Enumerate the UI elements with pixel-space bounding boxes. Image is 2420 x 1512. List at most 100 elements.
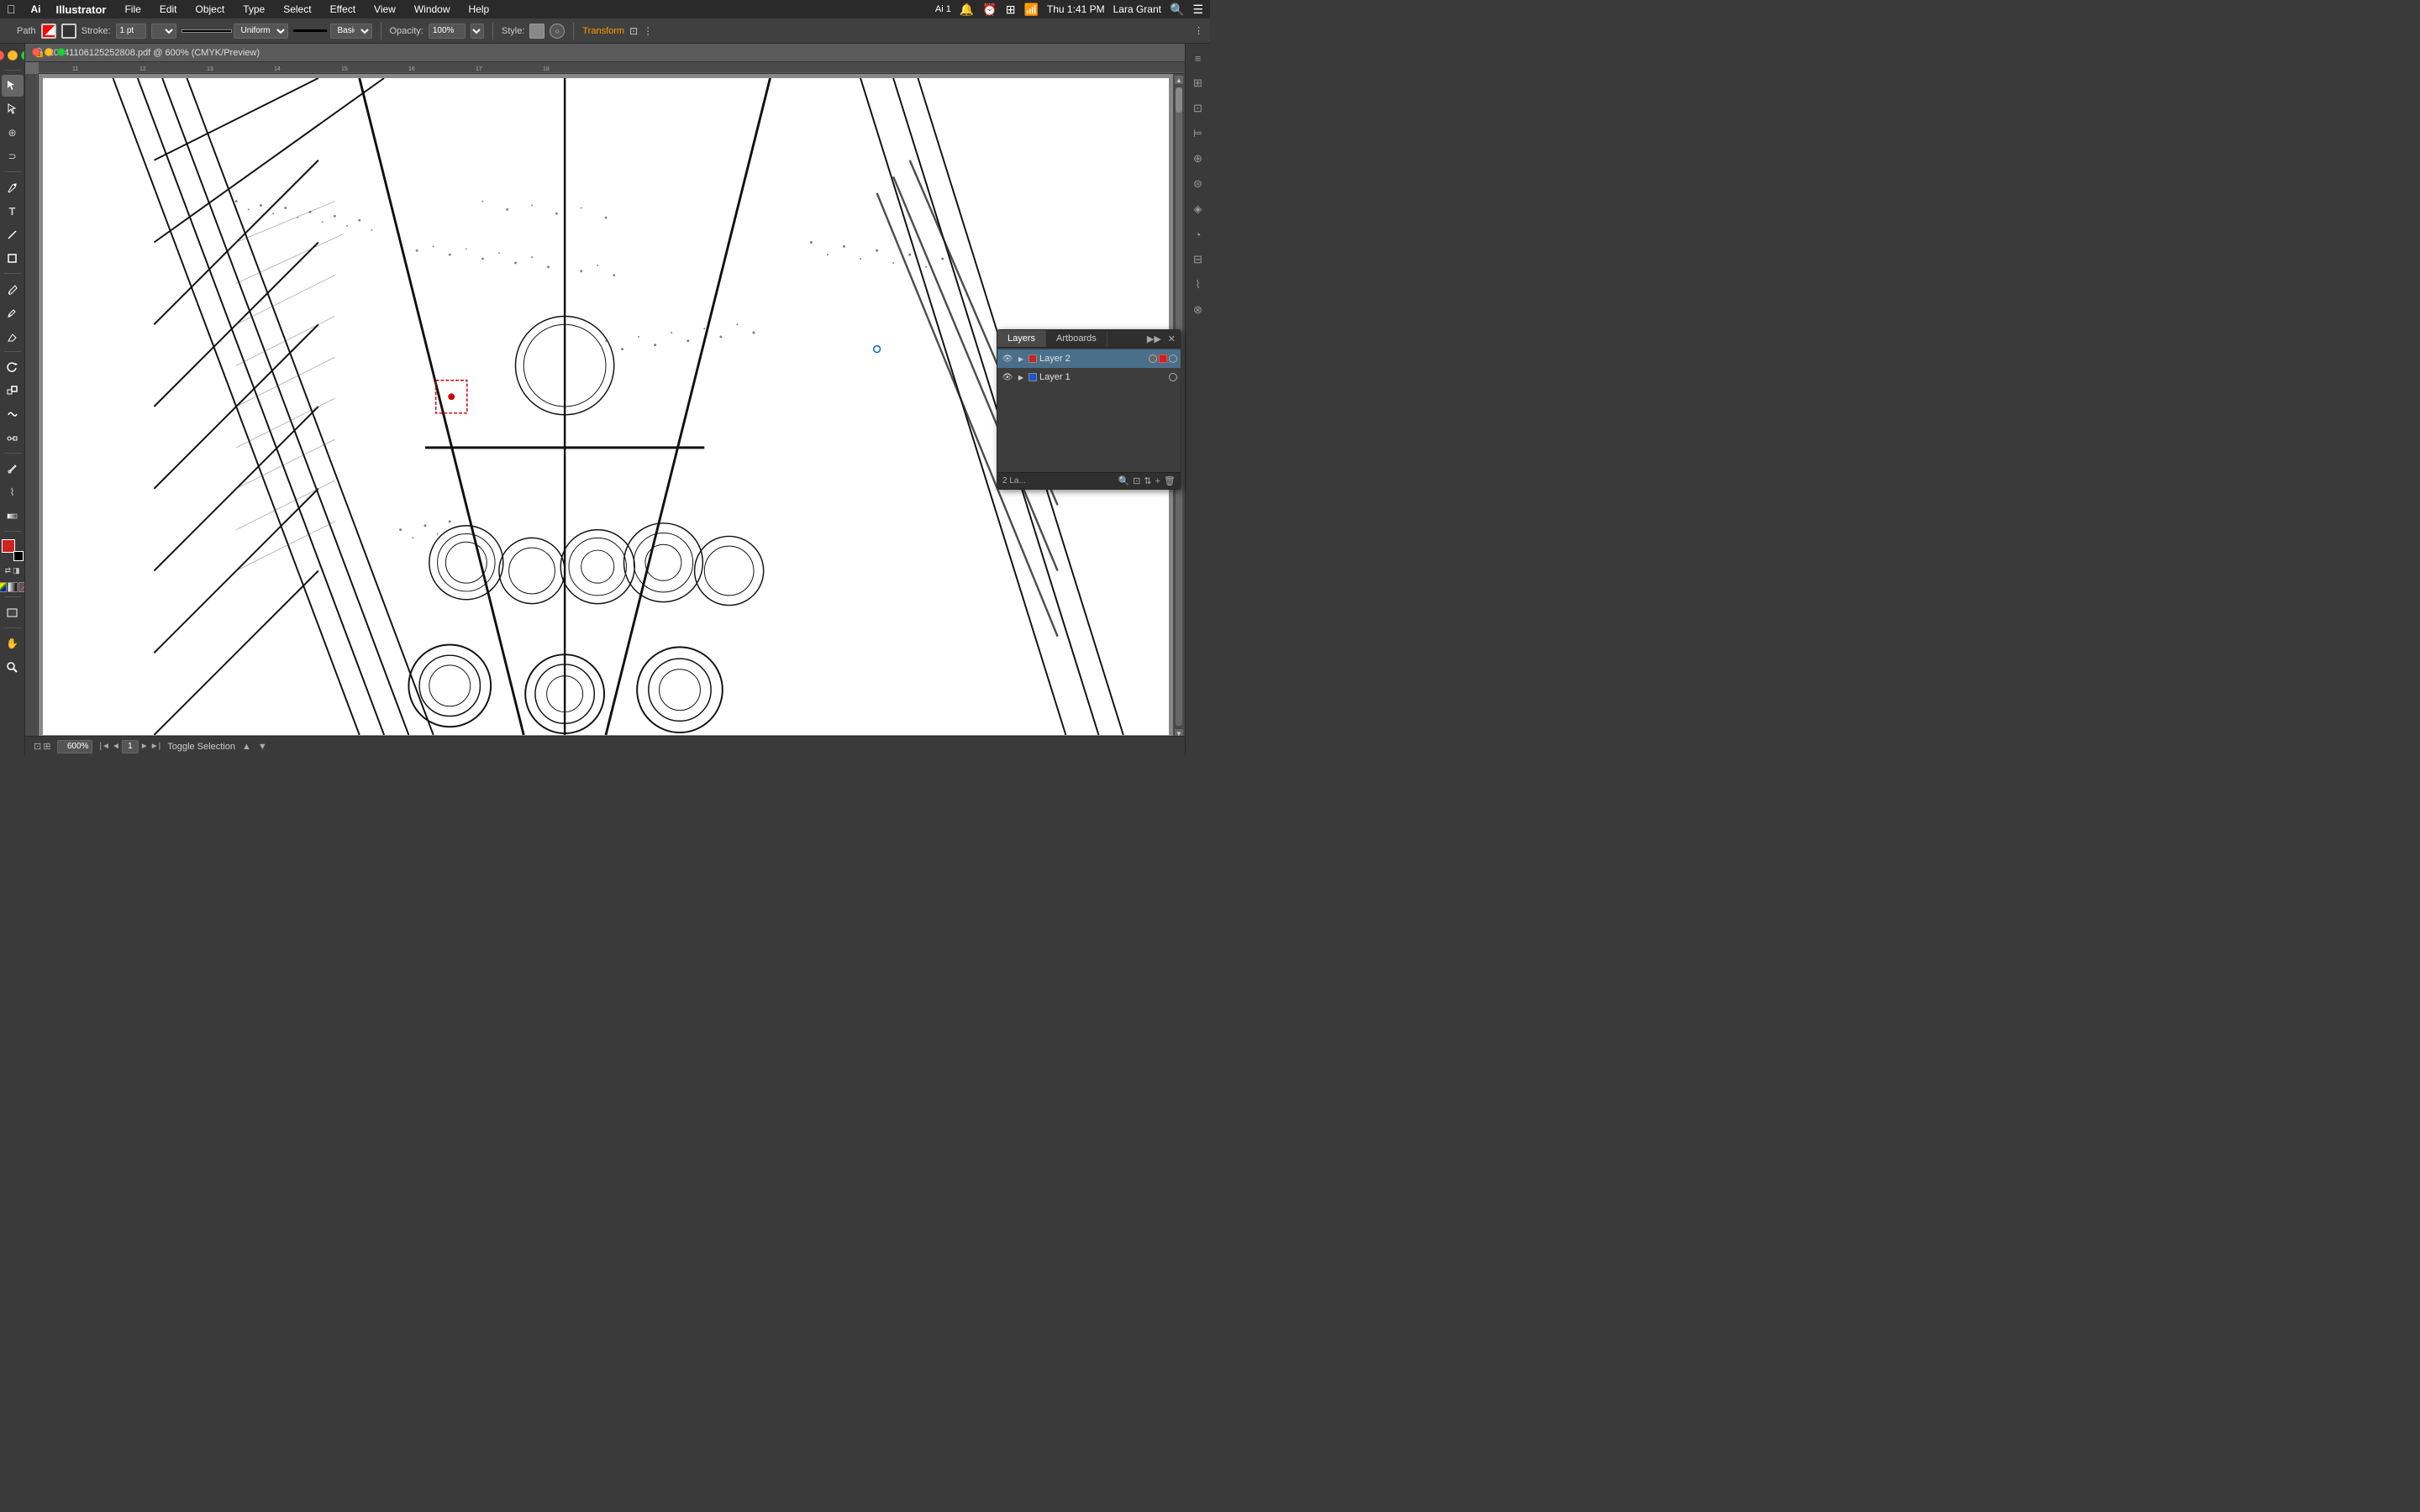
layer-new-icon[interactable]: + [1155,476,1160,486]
layer-2-visibility[interactable]: 👁 [1001,352,1014,365]
warp-tool[interactable] [2,403,24,425]
page-input[interactable] [122,740,139,753]
layer-move-to-icon[interactable]: ⇅ [1144,475,1151,486]
rectangle-tool[interactable] [2,247,24,269]
transform-button[interactable]: Transform [582,26,624,36]
layer-2-arrow[interactable]: ▶ [1016,354,1026,364]
doc-min-btn[interactable] [45,48,53,56]
gradient-mode[interactable] [8,582,18,592]
menu-select[interactable]: Select [280,2,314,17]
scroll-thumb-v[interactable] [1176,87,1182,113]
layer-1-target[interactable] [1169,373,1177,381]
doc-close-btn[interactable] [32,48,40,56]
panel-expand-btn[interactable]: ▶▶ [1145,332,1163,346]
scale-tool[interactable] [2,380,24,402]
layer-search-icon[interactable]: 🔍 [1118,475,1129,486]
close-button[interactable] [0,50,4,60]
zoom-input[interactable] [57,740,92,753]
eyedropper-tool[interactable] [2,458,24,480]
menu-object[interactable]: Object [192,2,229,17]
notification-icon[interactable]: 🔔 [960,3,974,17]
right-panel-btn-5[interactable]: ⊕ [1187,148,1209,170]
layer-1-arrow[interactable]: ▶ [1016,372,1026,382]
measure-tool[interactable]: ⌇ [2,481,24,503]
minimize-button[interactable] [8,50,18,60]
zoom-tool[interactable] [2,656,24,678]
magic-wand-tool[interactable]: ⊛ [2,122,24,144]
transform-icon-2[interactable]: ⋮ [643,25,653,37]
lasso-tool[interactable]: ⊃ [2,145,24,167]
layer-make-clip-icon[interactable]: ⊡ [1133,475,1140,486]
doc-icon-2[interactable]: ⊞ [43,741,50,752]
menu-file[interactable]: File [121,2,144,17]
tab-artboards[interactable]: Artboards [1046,330,1107,347]
none-mode[interactable] [18,582,26,592]
type-tool[interactable]: T [2,200,24,222]
right-panel-btn-10[interactable]: ⌇ [1187,274,1209,296]
stroke-style-select[interactable]: Uniform [234,24,288,39]
pencil-tool[interactable] [2,302,24,323]
toggle-nav-next[interactable]: ▼ [258,742,267,752]
prev-page-btn[interactable]: |◄ [99,742,110,751]
prev-page-btn2[interactable]: ◄ [112,742,120,751]
tab-layers[interactable]: Layers [997,330,1046,347]
line-style-select[interactable]: Basic [330,24,372,39]
layer-row-2[interactable]: 👁 ▶ Layer 2 [997,349,1181,368]
doc-max-btn[interactable] [57,48,66,56]
style-color-box[interactable] [529,24,544,39]
options-right-icon[interactable]: ⋮ [1194,25,1203,36]
opacity-dropdown[interactable] [471,24,484,39]
layer-row-1[interactable]: 👁 ▶ Layer 1 [997,368,1181,386]
direct-selection-tool[interactable] [2,98,24,120]
color-mode[interactable] [0,582,7,592]
default-colors-icon[interactable]: ◨ [13,566,20,575]
layer-2-target[interactable] [1149,354,1157,363]
next-page-btn[interactable]: ► [140,742,149,751]
panel-close-btn[interactable]: ✕ [1166,332,1177,346]
gradient-tool[interactable] [2,505,24,527]
wifi-icon[interactable]: 📶 [1023,3,1038,17]
scroll-up-btn[interactable]: ▲ [1175,76,1183,84]
next-page-btn2[interactable]: ►| [150,742,161,751]
eraser-tool[interactable] [2,325,24,347]
bluetooth-icon[interactable]: ⊞ [1006,3,1016,17]
menu-window[interactable]: Window [411,2,454,17]
menu-extra-icon[interactable]: ☰ [1192,3,1203,17]
line-tool[interactable] [2,223,24,245]
stroke-color-swatch[interactable] [13,551,24,561]
menu-view[interactable]: View [371,2,399,17]
menu-type[interactable]: Type [239,2,268,17]
right-panel-btn-1[interactable]: ≡ [1187,47,1209,69]
doc-icon-1[interactable]: ⊡ [34,741,41,752]
swap-colors-icon[interactable]: ⇄ [4,566,11,575]
toggle-nav-prev[interactable]: ▲ [242,742,251,752]
layer-1-visibility[interactable]: 👁 [1001,370,1014,384]
pen-tool[interactable] [2,176,24,198]
layer-2-lock[interactable] [1169,354,1177,363]
style-circle[interactable]: ○ [550,24,565,39]
right-panel-btn-4[interactable]: ⊨ [1187,123,1209,144]
layer-delete-icon[interactable]: 🗑 [1164,475,1176,486]
right-panel-btn-8[interactable]: ◔ [1187,223,1209,245]
hand-tool[interactable]: ✋ [2,633,24,654]
selection-tool[interactable] [2,75,24,97]
search-icon[interactable]: 🔍 [1170,3,1184,17]
right-panel-btn-11[interactable]: ⊗ [1187,299,1209,321]
right-panel-btn-3[interactable]: ⊡ [1187,97,1209,119]
stroke-unit-select[interactable]: pt [151,24,176,39]
stroke-fill-indicator[interactable] [61,24,76,39]
right-panel-btn-2[interactable]: ⊞ [1187,72,1209,94]
menu-edit[interactable]: Edit [156,2,181,17]
opacity-input[interactable] [429,24,466,39]
screen-mode-tool[interactable] [2,601,24,623]
menu-help[interactable]: Help [466,2,493,17]
blend-tool[interactable] [2,427,24,449]
menu-effect[interactable]: Effect [327,2,359,17]
right-panel-btn-9[interactable]: ⊟ [1187,249,1209,270]
paintbrush-tool[interactable] [2,278,24,300]
apple-logo[interactable]:  [7,3,16,16]
rotate-tool[interactable] [2,356,24,378]
right-panel-btn-7[interactable]: ◈ [1187,198,1209,220]
brush-color-indicator[interactable] [41,24,56,39]
stroke-value-input[interactable] [116,24,146,39]
